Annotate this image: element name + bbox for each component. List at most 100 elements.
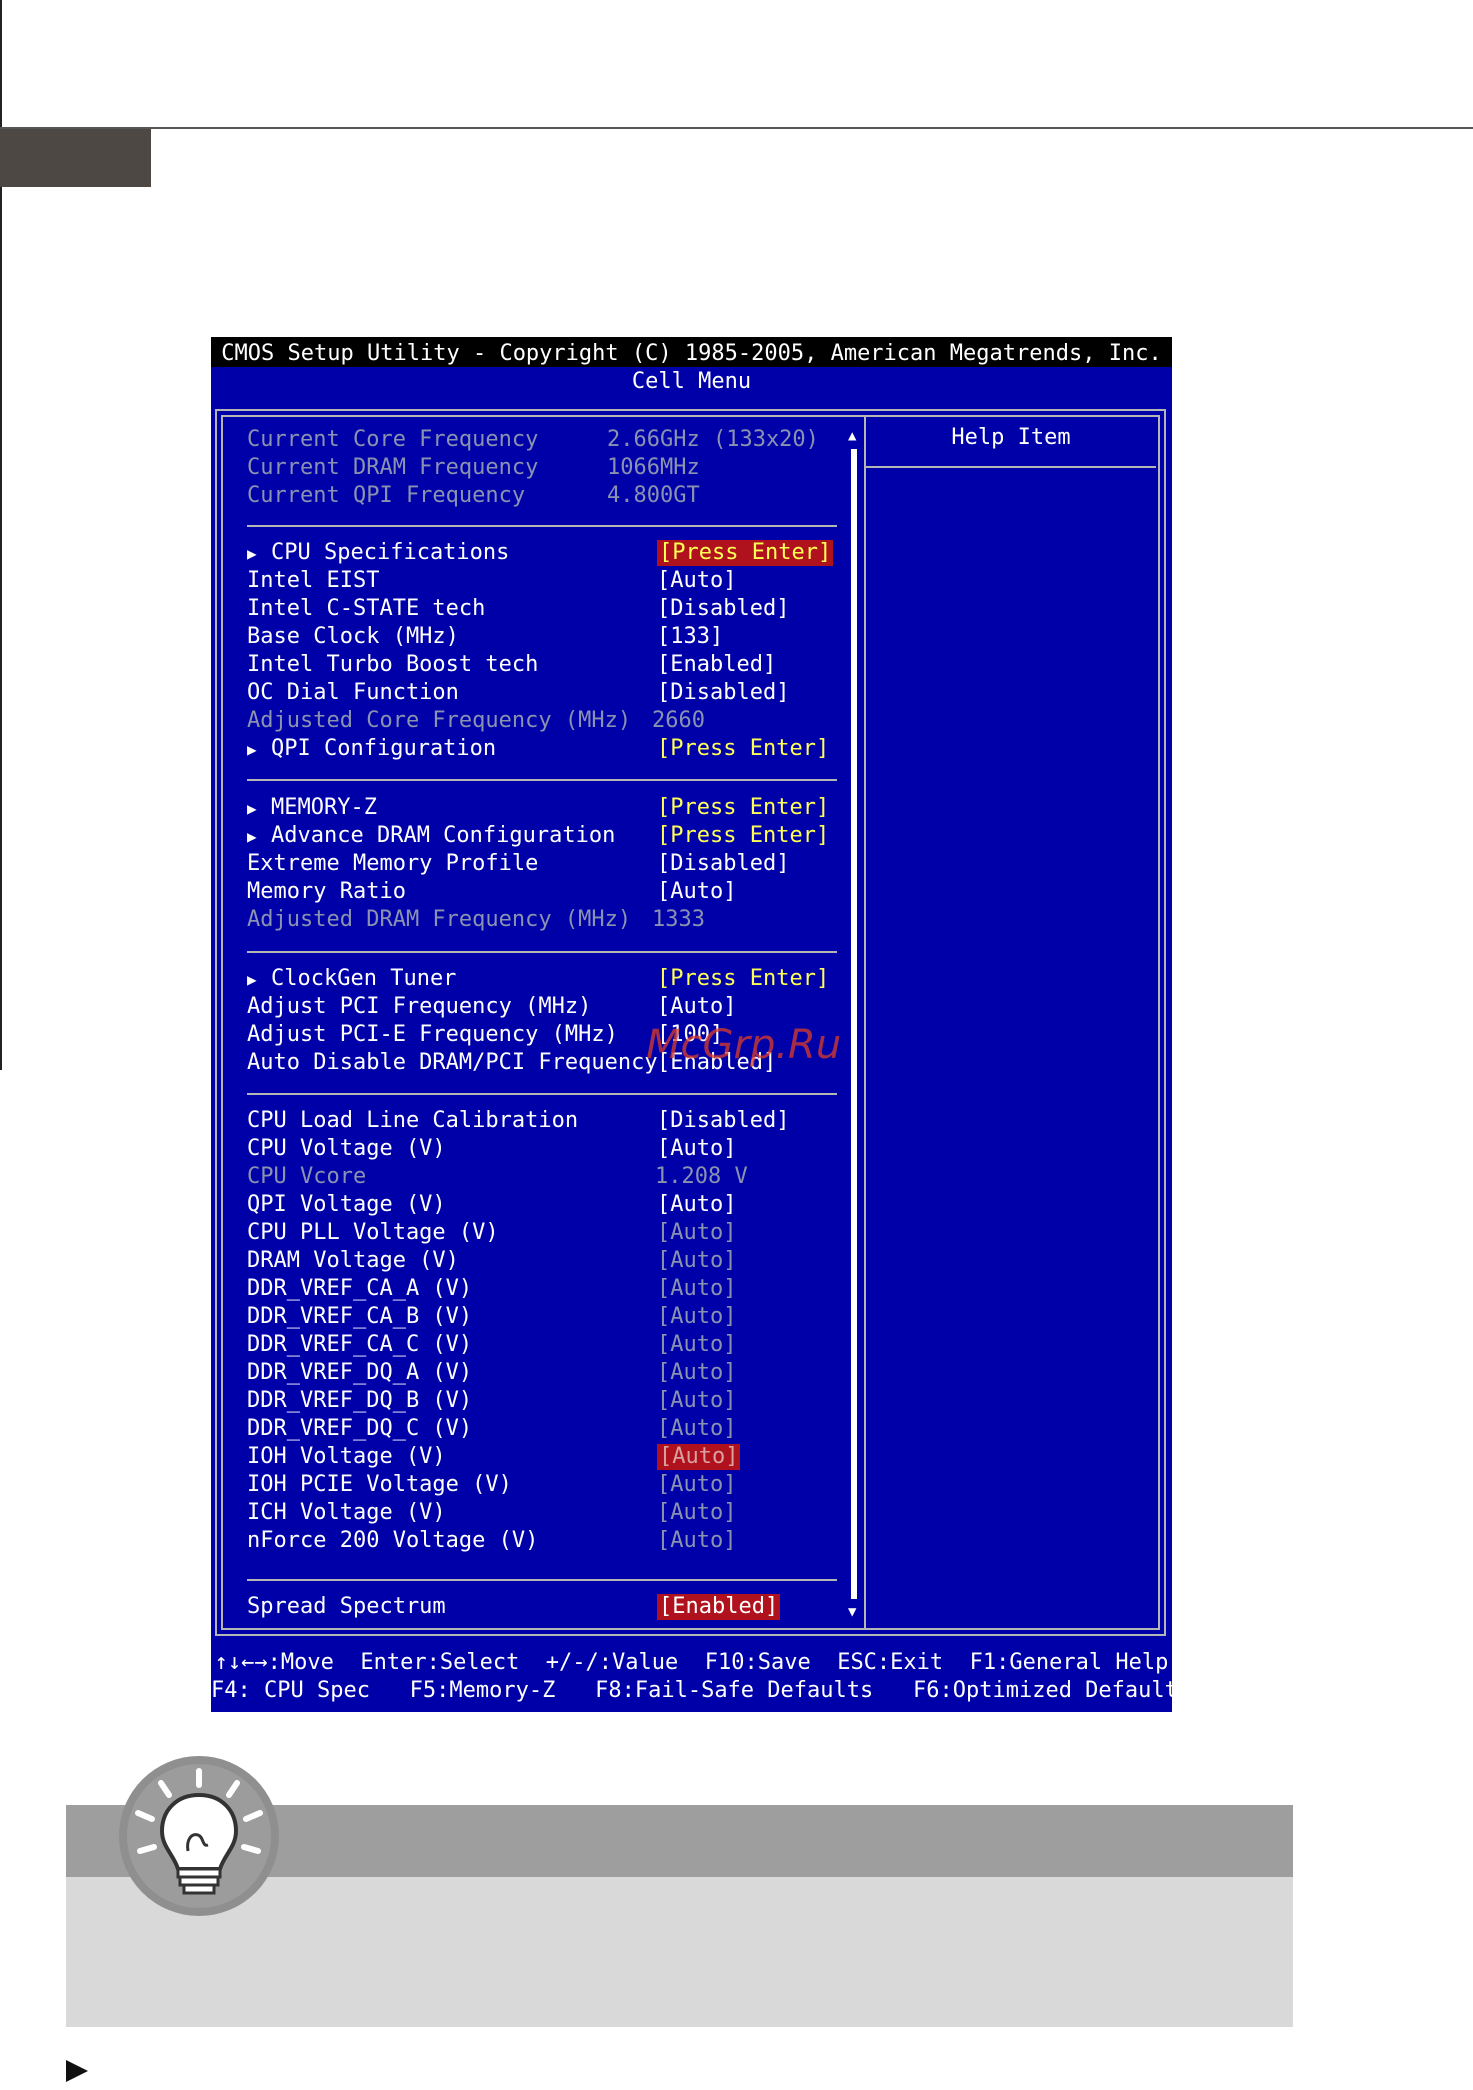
setting-value[interactable]: [Disabled]	[657, 596, 789, 622]
setting-label: Intel C-STATE tech	[247, 596, 486, 621]
help-panel-divider	[864, 417, 866, 1628]
setting-label: Adjusted DRAM Frequency (MHz)	[247, 907, 632, 932]
arrow-down-icon[interactable]: ▼	[848, 1605, 856, 1619]
setting-label: DDR_VREF_CA_C (V)	[247, 1332, 473, 1357]
triangle-right-icon: ▶	[247, 740, 257, 759]
help-title-underline	[866, 466, 1156, 468]
setting-label: Memory Ratio	[247, 879, 406, 904]
setting-value[interactable]: [Press Enter]	[657, 795, 829, 821]
menu-item-ddr-vref-ca-a[interactable]: DDR_VREF_CA_A (V) [Auto]	[247, 1276, 847, 1302]
menu-item-ddr-vref-dq-b[interactable]: DDR_VREF_DQ_B (V) [Auto]	[247, 1388, 847, 1414]
setting-value[interactable]: [Auto]	[657, 1136, 736, 1162]
menu-item-ddr-vref-dq-a[interactable]: DDR_VREF_DQ_A (V) [Auto]	[247, 1360, 847, 1386]
menu-item-c-state[interactable]: Intel C-STATE tech [Disabled]	[247, 596, 847, 622]
setting-label: QPI Voltage (V)	[247, 1192, 446, 1217]
setting-label: DDR_VREF_CA_B (V)	[247, 1304, 473, 1329]
key-legend-line-2: F4: CPU Spec F5:Memory-Z F8:Fail-Safe De…	[211, 1678, 1192, 1703]
menu-item-ioh-pcie-voltage[interactable]: IOH PCIE Voltage (V) [Auto]	[247, 1472, 847, 1498]
setting-value[interactable]: [133]	[657, 624, 723, 650]
menu-item-clockgen-tuner[interactable]: ▶ ClockGen Tuner [Press Enter]	[247, 966, 847, 992]
setting-value[interactable]: [Auto]	[657, 1332, 736, 1358]
setting-value[interactable]: [Auto]	[657, 1472, 736, 1498]
arrow-up-icon[interactable]: ▲	[848, 429, 856, 443]
key-legend-line-1: ↑↓←→:Move Enter:Select +/-/:Value F10:Sa…	[214, 1650, 1169, 1675]
setting-label: nForce 200 Voltage (V)	[247, 1528, 539, 1553]
menu-item-extreme-memory-profile[interactable]: Extreme Memory Profile [Disabled]	[247, 851, 847, 877]
setting-label: CPU Vcore	[247, 1164, 367, 1189]
setting-value[interactable]: [Press Enter]	[657, 736, 829, 762]
info-row-adjusted-core-frequency: Adjusted Core Frequency (MHz) 2660	[247, 708, 847, 734]
menu-item-qpi-configuration[interactable]: ▶ QPI Configuration [Press Enter]	[247, 736, 847, 762]
menu-item-advance-dram[interactable]: ▶ Advance DRAM Configuration [Press Enter…	[247, 823, 847, 849]
setting-value[interactable]: [Auto]	[657, 1248, 736, 1274]
info-row-adjusted-dram-frequency: Adjusted DRAM Frequency (MHz) 1333	[247, 907, 847, 933]
setting-value[interactable]: [Press Enter]	[657, 966, 829, 992]
setting-label: IOH Voltage (V)	[247, 1444, 446, 1469]
info-row-cpu-vcore: CPU Vcore 1.208 V	[247, 1164, 847, 1190]
setting-label: DDR_VREF_CA_A (V)	[247, 1276, 473, 1301]
setting-label: ICH Voltage (V)	[247, 1500, 446, 1525]
menu-item-load-line-calibration[interactable]: CPU Load Line Calibration [Disabled]	[247, 1108, 847, 1134]
menu-item-nforce-200-voltage[interactable]: nForce 200 Voltage (V) [Auto]	[247, 1528, 847, 1554]
menu-scrollbar[interactable]: ▲ ▼	[848, 429, 860, 1619]
menu-item-ddr-vref-ca-b[interactable]: DDR_VREF_CA_B (V) [Auto]	[247, 1304, 847, 1330]
setting-value[interactable]: [Auto]	[657, 1416, 736, 1442]
menu-item-cpu-voltage[interactable]: CPU Voltage (V) [Auto]	[247, 1136, 847, 1162]
setting-value[interactable]: [Press Enter]	[657, 540, 834, 566]
menu-item-ddr-vref-ca-c[interactable]: DDR_VREF_CA_C (V) [Auto]	[247, 1332, 847, 1358]
menu-item-spread-spectrum[interactable]: Spread Spectrum [Enabled]	[247, 1594, 847, 1620]
setting-label: ▶ Advance DRAM Configuration	[247, 823, 616, 848]
setting-value[interactable]: [Auto]	[657, 1528, 736, 1554]
setting-value[interactable]: [Auto]	[657, 879, 736, 905]
menu-item-turbo-boost[interactable]: Intel Turbo Boost tech [Enabled]	[247, 652, 847, 678]
setting-label: DDR_VREF_DQ_C (V)	[247, 1416, 473, 1441]
setting-label: CPU PLL Voltage (V)	[247, 1220, 499, 1245]
menu-item-cpu-specifications[interactable]: ▶ CPU Specifications [Press Enter]	[247, 540, 847, 566]
setting-value[interactable]: [Auto]	[657, 1220, 736, 1246]
setting-label: IOH PCIE Voltage (V)	[247, 1472, 512, 1497]
setting-value[interactable]: [Disabled]	[657, 851, 789, 877]
bios-key-legend: ↑↓←→:Move Enter:Select +/-/:Value F10:Sa…	[211, 1644, 1192, 1712]
menu-item-base-clock[interactable]: Base Clock (MHz) [133]	[247, 624, 847, 650]
section-separator	[247, 525, 837, 527]
triangle-right-icon: ▶	[247, 544, 257, 563]
setting-value[interactable]: [Auto]	[657, 1388, 736, 1414]
scroll-track[interactable]	[851, 449, 857, 1599]
watermark-text: McGrp.Ru	[646, 1022, 842, 1068]
setting-value[interactable]: [Auto]	[657, 1276, 736, 1302]
setting-value[interactable]: [Auto]	[657, 1500, 736, 1526]
setting-value[interactable]: [Auto]	[657, 1304, 736, 1330]
menu-item-pci-frequency[interactable]: Adjust PCI Frequency (MHz) [Auto]	[247, 994, 847, 1020]
menu-item-memory-ratio[interactable]: Memory Ratio [Auto]	[247, 879, 847, 905]
menu-item-oc-dial[interactable]: OC Dial Function [Disabled]	[247, 680, 847, 706]
setting-value[interactable]: [Disabled]	[657, 680, 789, 706]
setting-value[interactable]: [Auto]	[657, 1192, 736, 1218]
menu-item-ioh-voltage[interactable]: IOH Voltage (V) [Auto]	[247, 1444, 847, 1470]
section-separator	[247, 951, 837, 953]
setting-label: CPU Voltage (V)	[247, 1136, 446, 1161]
setting-value[interactable]: [Disabled]	[657, 1108, 789, 1134]
info-row-qpi-frequency: Current QPI Frequency 4.800GT	[247, 483, 847, 509]
menu-item-memory-z[interactable]: ▶ MEMORY-Z [Press Enter]	[247, 795, 847, 821]
menu-item-cpu-pll-voltage[interactable]: CPU PLL Voltage (V) [Auto]	[247, 1220, 847, 1246]
setting-value[interactable]: [Enabled]	[657, 652, 776, 678]
setting-label: Intel EIST	[247, 568, 380, 593]
setting-value[interactable]: [Press Enter]	[657, 823, 829, 849]
bios-screen: CMOS Setup Utility - Copyright (C) 1985-…	[211, 337, 1192, 1712]
menu-item-dram-voltage[interactable]: DRAM Voltage (V) [Auto]	[247, 1248, 847, 1274]
lightbulb-icon	[119, 1756, 279, 1916]
setting-value: 4.800GT	[607, 483, 700, 508]
setting-value[interactable]: [Enabled]	[657, 1594, 781, 1620]
setting-value[interactable]: [Auto]	[657, 1444, 741, 1470]
setting-value[interactable]: [Auto]	[657, 994, 736, 1020]
menu-item-qpi-voltage[interactable]: QPI Voltage (V) [Auto]	[247, 1192, 847, 1218]
triangle-right-icon: ▶	[247, 799, 257, 818]
setting-value[interactable]: [Auto]	[657, 1360, 736, 1386]
menu-item-ich-voltage[interactable]: ICH Voltage (V) [Auto]	[247, 1500, 847, 1526]
setting-value[interactable]: [Auto]	[657, 568, 736, 594]
setting-label: ▶ MEMORY-Z	[247, 795, 377, 820]
menu-item-ddr-vref-dq-c[interactable]: DDR_VREF_DQ_C (V) [Auto]	[247, 1416, 847, 1442]
setting-label: Current QPI Frequency	[247, 483, 526, 508]
section-separator	[247, 1579, 837, 1581]
menu-item-intel-eist[interactable]: Intel EIST [Auto]	[247, 568, 847, 594]
